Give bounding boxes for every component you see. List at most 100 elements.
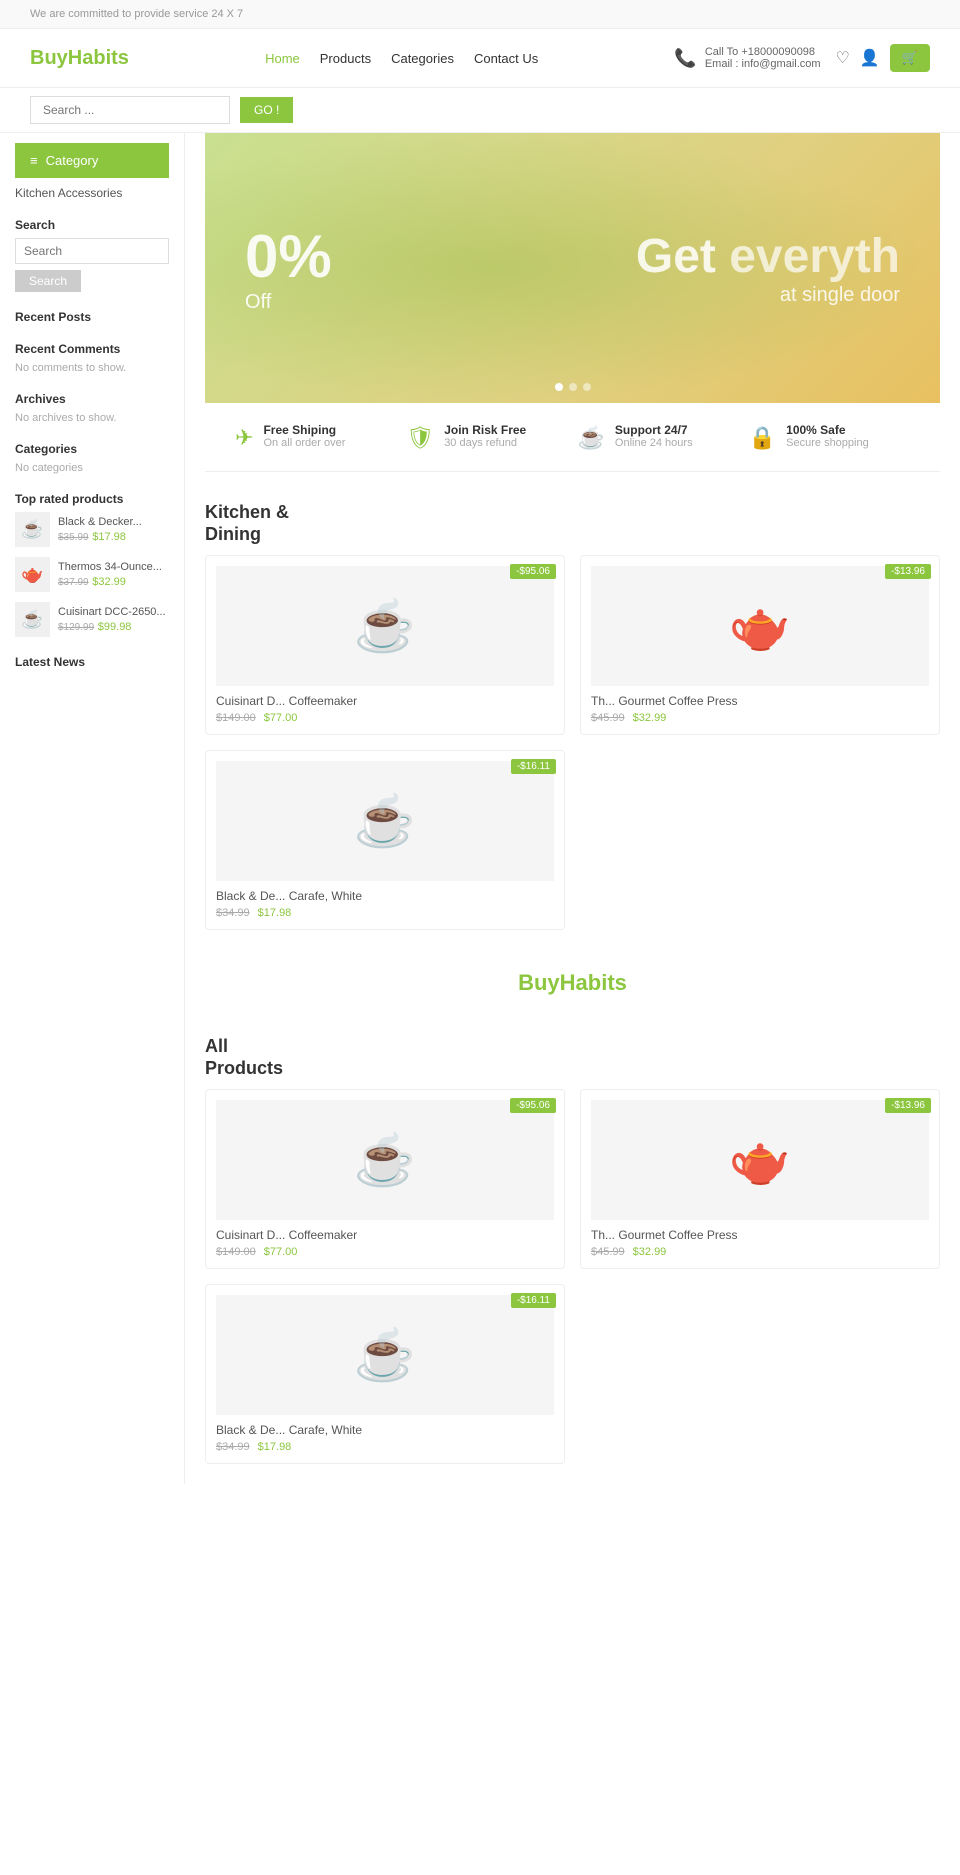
recent-posts-label: Recent Posts (15, 310, 169, 324)
topbar-message: We are committed to provide service 24 X… (30, 8, 243, 20)
all-product-3-prices: $34.99 $17.98 (216, 1441, 554, 1453)
kitchen-product-2-badge: -$13.96 (885, 564, 931, 579)
kitchen-product-1-name: Cuisinart D... Coffeemaker (216, 694, 554, 708)
feature-risk: 🛡 Join Risk Free 30 days refund (406, 423, 567, 451)
all-product-2-name: Th... Gourmet Coffee Press (591, 1228, 929, 1242)
recent-comments-label: Recent Comments (15, 342, 169, 356)
kitchen-product-3[interactable]: -$16.11 ☕ Black & De... Carafe, White $3… (205, 750, 565, 930)
kitchen-heading: Kitchen & Dining (205, 482, 940, 555)
phone-icon: 📞 (674, 48, 696, 69)
kitchen-product-1-old-price: $149.00 (216, 712, 256, 724)
feature-safe-title: 100% Safe (786, 423, 869, 437)
feature-safe-info: 100% Safe Secure shopping (786, 423, 869, 449)
rated-product-2-image: 🫖 (15, 557, 50, 592)
nav-contact[interactable]: Contact Us (474, 51, 538, 66)
search-input[interactable] (30, 96, 230, 124)
wishlist-button[interactable]: ♡ (836, 48, 850, 68)
hero-dot-2[interactable] (569, 383, 577, 391)
kitchen-product-1-image: ☕ (216, 566, 554, 686)
sidebar-kitchen-link[interactable]: Kitchen Accessories (15, 186, 169, 200)
hero-left: 0% Off (205, 192, 573, 344)
support-icon: ☕ (578, 425, 605, 451)
kitchen-product-1-badge: -$95.06 (510, 564, 556, 579)
hero-dot-1[interactable] (555, 383, 563, 391)
kitchen-product-3-old-price: $34.99 (216, 907, 250, 919)
rated-product-2-price-new: $32.99 (92, 576, 126, 588)
hero-get-text: Get (636, 230, 716, 283)
feature-shipping: ✈ Free Shiping On all order over (235, 423, 396, 451)
search-go-button[interactable]: GO ! (240, 97, 293, 123)
category-icon: ≡ (30, 153, 38, 168)
rated-product-1: ☕ Black & Decker... $35.99 $17.98 (15, 512, 169, 547)
category-button[interactable]: ≡ Category (15, 143, 169, 178)
kitchen-product-3-image: ☕ (216, 761, 554, 881)
all-product-3[interactable]: -$16.11 ☕ Black & De... Carafe, White $3… (205, 1284, 565, 1464)
nav-home[interactable]: Home (265, 51, 300, 66)
feature-support-info: Support 24/7 Online 24 hours (615, 423, 693, 449)
all-product-1-old-price: $149.00 (216, 1246, 256, 1258)
kitchen-product-3-badge: -$16.11 (511, 759, 556, 774)
rated-product-3-name: Cuisinart DCC-2650... (58, 606, 166, 618)
contact-info: Call To +18000090098 Email : info@gmail.… (705, 46, 821, 70)
center-logo-habits: Habits (560, 970, 627, 995)
sidebar-search-input[interactable] (15, 238, 169, 264)
rated-product-3-image: ☕ (15, 602, 50, 637)
all-product-2[interactable]: -$13.96 🫖 Th... Gourmet Coffee Press $45… (580, 1089, 940, 1269)
rated-product-1-price-new: $17.98 (92, 531, 126, 543)
header-icons: ♡ 👤 🛒 (836, 44, 930, 72)
archives-empty: No archives to show. (15, 412, 169, 424)
hero-dots (555, 383, 591, 391)
main-layout: ≡ Category Kitchen Accessories Search Se… (0, 133, 960, 1484)
rated-product-2-name: Thermos 34-Ounce... (58, 561, 162, 573)
all-products-section: All Products -$95.06 ☕ Cuisinart D... Co… (205, 1016, 940, 1484)
all-product-2-badge: -$13.96 (885, 1098, 931, 1113)
all-product-1-name: Cuisinart D... Coffeemaker (216, 1228, 554, 1242)
all-product-3-old-price: $34.99 (216, 1441, 250, 1453)
archives-label: Archives (15, 392, 169, 406)
kitchen-section: Kitchen & Dining -$95.06 ☕ Cuisinart D..… (205, 472, 940, 950)
feature-support: ☕ Support 24/7 Online 24 hours (578, 423, 739, 451)
account-button[interactable]: 👤 (860, 48, 880, 68)
rated-product-2-info: Thermos 34-Ounce... $37.99 $32.99 (58, 561, 162, 588)
rated-product-1-name: Black & Decker... (58, 516, 142, 528)
kitchen-product-2-image: 🫖 (591, 566, 929, 686)
kitchen-product-3-name: Black & De... Carafe, White (216, 889, 554, 903)
rated-product-3-price-new: $99.98 (98, 621, 132, 633)
safe-icon: 🔒 (749, 425, 776, 451)
all-product-3-new-price: $17.98 (258, 1441, 292, 1453)
all-product-1[interactable]: -$95.06 ☕ Cuisinart D... Coffeemaker $14… (205, 1089, 565, 1269)
nav-categories[interactable]: Categories (391, 51, 454, 66)
kitchen-product-2-old-price: $45.99 (591, 712, 625, 724)
kitchen-heading-line2: Dining (205, 524, 261, 544)
all-product-3-badge: -$16.11 (511, 1293, 556, 1308)
kitchen-product-1[interactable]: -$95.06 ☕ Cuisinart D... Coffeemaker $14… (205, 555, 565, 735)
contact-phone: Call To +18000090098 (705, 46, 821, 58)
all-product-2-prices: $45.99 $32.99 (591, 1246, 929, 1258)
top-rated-label: Top rated products (15, 492, 169, 506)
hero-everything: everyth (729, 230, 900, 283)
feature-shipping-title: Free Shiping (263, 423, 345, 437)
recent-comments-empty: No comments to show. (15, 362, 169, 374)
rated-product-3: ☕ Cuisinart DCC-2650... $129.99 $99.98 (15, 602, 169, 637)
hero-off: Off (245, 291, 533, 314)
feature-risk-info: Join Risk Free 30 days refund (444, 423, 526, 449)
all-product-1-prices: $149.00 $77.00 (216, 1246, 554, 1258)
kitchen-product-1-new-price: $77.00 (264, 712, 298, 724)
hero-single-door: at single door (613, 284, 901, 307)
center-logo-buy: Buy (518, 970, 560, 995)
main-right-content: 0% Off Get everyth at single door ✈ (185, 133, 960, 1484)
all-products-heading-line2: Products (205, 1058, 283, 1078)
all-product-3-name: Black & De... Carafe, White (216, 1423, 554, 1437)
feature-safe: 🔒 100% Safe Secure shopping (749, 423, 910, 451)
nav-products[interactable]: Products (320, 51, 371, 66)
hero-dot-3[interactable] (583, 383, 591, 391)
cart-button[interactable]: 🛒 (890, 44, 930, 72)
kitchen-product-2-new-price: $32.99 (633, 712, 667, 724)
kitchen-product-2[interactable]: -$13.96 🫖 Th... Gourmet Coffee Press $45… (580, 555, 940, 735)
feature-shipping-info: Free Shiping On all order over (263, 423, 345, 449)
sidebar: ≡ Category Kitchen Accessories Search Se… (0, 133, 185, 1484)
top-rated-products: ☕ Black & Decker... $35.99 $17.98 🫖 Ther… (15, 512, 169, 637)
sidebar-search-button[interactable]: Search (15, 270, 81, 292)
rated-product-1-price-old: $35.99 (58, 532, 89, 543)
feature-risk-title: Join Risk Free (444, 423, 526, 437)
